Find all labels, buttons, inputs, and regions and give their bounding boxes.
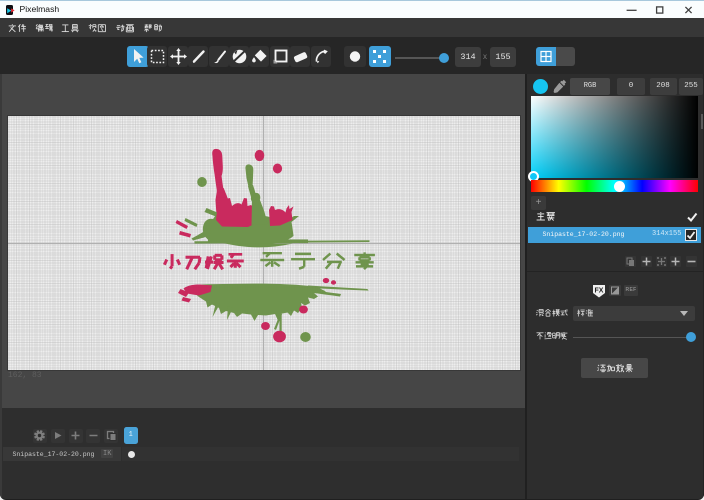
svg-text:FX: FX [595,288,604,295]
